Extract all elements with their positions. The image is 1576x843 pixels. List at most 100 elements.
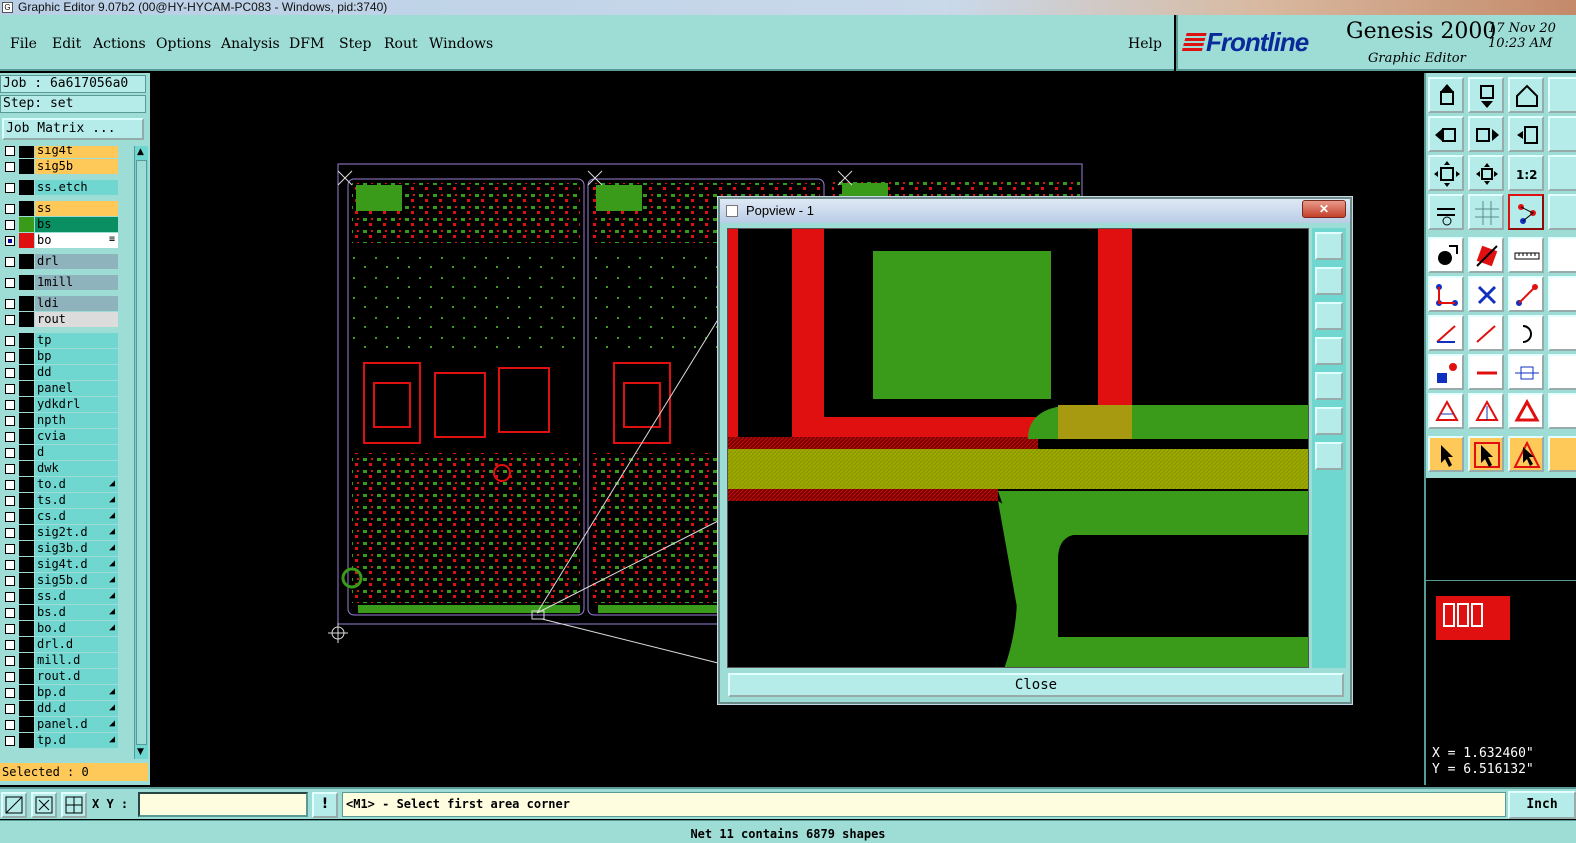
layer-checkbox[interactable] (5, 352, 15, 362)
layer-color-swatch[interactable] (19, 201, 34, 216)
zoom-area-icon[interactable] (1548, 116, 1576, 152)
popview-close-x-button[interactable]: ✕ (1302, 200, 1346, 218)
job-matrix-button[interactable]: Job Matrix ... (2, 118, 144, 140)
layer-row-sig5b[interactable]: sig5b (0, 159, 120, 174)
scroll-down-icon[interactable]: ▼ (137, 748, 144, 757)
pointer-triangle-icon[interactable] (1508, 436, 1544, 472)
menu-options[interactable]: Options (156, 36, 211, 52)
layer-row-dd-d[interactable]: dd.d ◢ (0, 701, 120, 716)
layer-checkbox[interactable] (5, 720, 15, 730)
layer-row-d[interactable]: d (0, 445, 120, 460)
layer-row-bp[interactable]: bp (0, 349, 120, 364)
measure-tool-icon[interactable] (31, 792, 57, 818)
layer-checkbox[interactable] (5, 257, 15, 267)
layer-row-ldi[interactable]: ldi (0, 296, 120, 311)
layer-name[interactable]: bp.d ◢ (35, 685, 118, 700)
layer-checkbox[interactable] (5, 640, 15, 650)
bracket-icon[interactable] (1548, 315, 1576, 351)
pan-left-icon[interactable] (1428, 116, 1464, 152)
layer-name[interactable]: bo ≡ (35, 233, 118, 248)
layer-color-swatch[interactable] (19, 413, 34, 428)
layer-name[interactable]: bp (35, 349, 118, 364)
layer-color-swatch[interactable] (19, 589, 34, 604)
popview-pan-down-icon[interactable] (1315, 302, 1343, 330)
layer-name[interactable]: 1mill (35, 275, 118, 290)
layer-checkbox[interactable] (5, 146, 15, 156)
layer-checkbox[interactable] (5, 368, 15, 378)
layer-name[interactable]: panel (35, 381, 118, 396)
layer-name[interactable]: sig5b (35, 159, 118, 174)
layer-checkbox[interactable] (5, 512, 15, 522)
zoom-reset-icon[interactable] (1, 792, 27, 818)
xy-input[interactable] (138, 792, 308, 817)
layer-name[interactable]: npth (35, 413, 118, 428)
layer-color-swatch[interactable] (19, 381, 34, 396)
layer-name[interactable]: cvia (35, 429, 118, 444)
layer-color-swatch[interactable] (19, 525, 34, 540)
layer-row-bp-d[interactable]: bp.d ◢ (0, 685, 120, 700)
layer-row-ss-d[interactable]: ss.d ◢ (0, 589, 120, 604)
layer-color-swatch[interactable] (19, 637, 34, 652)
layer-checkbox[interactable] (5, 496, 15, 506)
layer-row-to-d[interactable]: to.d ◢ (0, 477, 120, 492)
layer-color-swatch[interactable] (19, 541, 34, 556)
layer-checkbox[interactable] (5, 384, 15, 394)
popview-pan-up-icon[interactable] (1315, 267, 1343, 295)
menu-dfm[interactable]: DFM (289, 36, 324, 52)
layer-row-cs-d[interactable]: cs.d ◢ (0, 509, 120, 524)
layer-checkbox[interactable] (5, 656, 15, 666)
pointer-box-icon[interactable] (1468, 436, 1504, 472)
pad-icon[interactable] (1548, 237, 1576, 273)
layer-color-swatch[interactable] (19, 233, 34, 248)
layer-color-swatch[interactable] (19, 477, 34, 492)
layer-row-rout-d[interactable]: rout.d (0, 669, 120, 684)
layer-row-sig4t[interactable]: sig4t (0, 146, 120, 158)
layer-color-swatch[interactable] (19, 254, 34, 269)
layer-name[interactable]: ss.d ◢ (35, 589, 118, 604)
layer-name[interactable]: bs (35, 217, 118, 232)
layer-checkbox[interactable] (5, 560, 15, 570)
layer-checkbox[interactable] (5, 220, 15, 230)
layer-checkbox[interactable] (5, 432, 15, 442)
route-icon[interactable] (1548, 276, 1576, 312)
layer-name[interactable]: to.d ◢ (35, 477, 118, 492)
layer-color-swatch[interactable] (19, 685, 34, 700)
scroll-up-icon[interactable]: ▲ (137, 148, 144, 157)
layer-name[interactable]: drl.d (35, 637, 118, 652)
ruler-icon[interactable] (1508, 237, 1544, 273)
menu-step[interactable]: Step (339, 36, 371, 52)
layer-name[interactable]: rout.d (35, 669, 118, 684)
popview-title-bar[interactable]: Popview - 1 ✕ (720, 199, 1350, 223)
layer-checkbox[interactable] (5, 608, 15, 618)
layer-row-panel-d[interactable]: panel.d ◢ (0, 717, 120, 732)
menu-help[interactable]: Help (1128, 36, 1162, 52)
layer-row-bs-d[interactable]: bs.d ◢ (0, 605, 120, 620)
layer-checkbox[interactable] (5, 480, 15, 490)
layer-color-swatch[interactable] (19, 333, 34, 348)
layer-checkbox[interactable] (5, 704, 15, 714)
measure-icon[interactable] (1428, 194, 1464, 230)
layer-color-swatch[interactable] (19, 621, 34, 636)
menu-file[interactable]: File (10, 36, 37, 52)
layer-row-1mill[interactable]: 1mill (0, 275, 120, 290)
connect-points-icon[interactable] (1428, 276, 1464, 312)
triangle-icon[interactable] (1428, 393, 1464, 429)
triangle-filled-icon[interactable] (1508, 393, 1544, 429)
layer-color-swatch[interactable] (19, 605, 34, 620)
layer-name[interactable]: tp (35, 333, 118, 348)
popview-close-button[interactable]: Close (728, 673, 1344, 697)
layer-name[interactable]: bs.d ◢ (35, 605, 118, 620)
home-icon[interactable] (1508, 77, 1544, 113)
layer-checkbox[interactable] (5, 400, 15, 410)
layer-color-swatch[interactable] (19, 296, 34, 311)
layer-color-swatch[interactable] (19, 445, 34, 460)
layer-name[interactable]: ts.d ◢ (35, 493, 118, 508)
layer-checkbox[interactable] (5, 464, 15, 474)
scroll-thumb[interactable] (136, 160, 147, 745)
grid-toggle-icon[interactable] (61, 792, 87, 818)
layer-checkbox[interactable] (5, 299, 15, 309)
popview-pan-left-icon[interactable] (1315, 337, 1343, 365)
menu-windows[interactable]: Windows (429, 36, 493, 52)
layer-checkbox[interactable] (5, 576, 15, 586)
layer-color-swatch[interactable] (19, 146, 34, 158)
